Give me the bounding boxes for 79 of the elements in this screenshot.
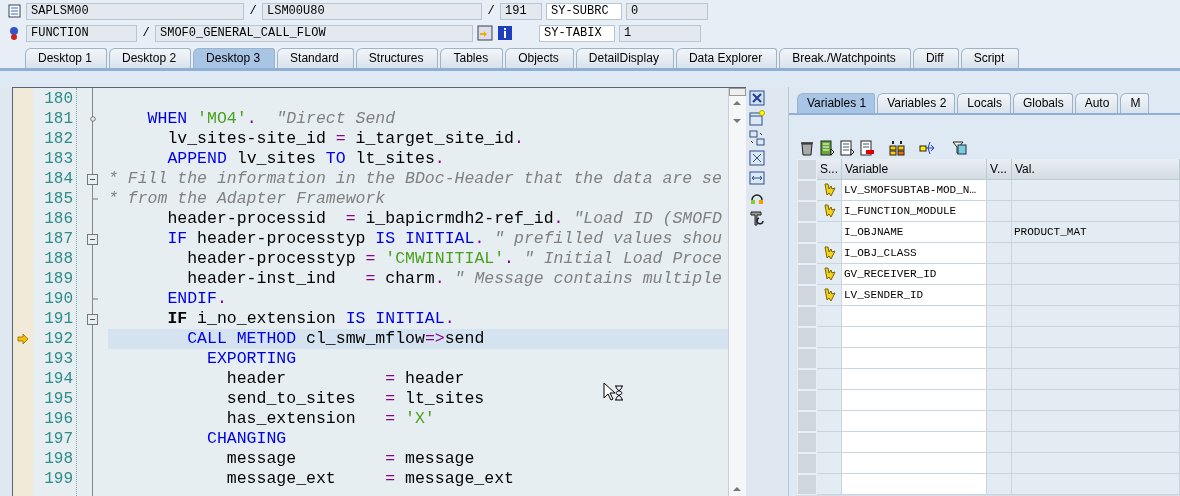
line-number: 183: [43, 149, 74, 169]
line-number: 182: [43, 129, 74, 149]
code-line: send_to_sites = lt_sites: [225, 389, 485, 409]
system-field-name[interactable]: SY-TABIX: [539, 24, 615, 42]
line-number: 192: [43, 329, 74, 349]
variable-cell[interactable]: LV_SENDER_ID: [842, 285, 987, 306]
line-number: 197: [43, 429, 74, 449]
desktop-tab[interactable]: Desktop 1: [25, 48, 108, 68]
line-number: 181: [43, 109, 74, 129]
line-number: 180: [43, 89, 74, 109]
variable-cell[interactable]: GV_RECEIVER_ID: [842, 264, 987, 285]
code-line: header = header: [225, 369, 465, 389]
code-line: EXPORTING: [206, 349, 297, 369]
desktop-tab[interactable]: Desktop 2: [109, 48, 192, 68]
name-field[interactable]: SMOF0_GENERAL_CALL_FLOW: [155, 24, 473, 42]
type-field[interactable]: FUNCTION: [26, 24, 137, 42]
code-line: * Fill the information in the BDoc-Header that the data are se: [108, 169, 722, 189]
code-line: has_extension = 'X': [225, 409, 435, 429]
line-number: 187: [43, 229, 74, 249]
line-number: 185: [43, 189, 74, 209]
desktop-tab[interactable]: Diff: [912, 48, 959, 68]
desktop-tab[interactable]: Script: [960, 48, 1020, 68]
line-number: 189: [43, 269, 74, 289]
code-line: * from the Adapter Framework: [108, 189, 386, 209]
line-number: 188: [43, 249, 74, 269]
desktop-tab[interactable]: Desktop 3: [193, 48, 276, 68]
variable-cell[interactable]: I_OBJNAME: [842, 222, 987, 243]
line-number: 198: [43, 449, 74, 469]
line-number: 186: [43, 209, 74, 229]
code-line: message = message: [225, 449, 475, 469]
system-field-value[interactable]: 1: [619, 24, 701, 42]
desktop-tab[interactable]: DetailDisplay: [575, 48, 674, 68]
code-line: header-processid = i_bapicrmdh2-ref_id. "Load ID (SMOFD: [166, 209, 722, 229]
variables-tab[interactable]: Globals: [1013, 93, 1073, 113]
column-header[interactable]: S...: [817, 159, 842, 180]
separator: /: [248, 4, 258, 18]
variable-cell[interactable]: LV_SMOFSUBTAB-MOD_N…: [842, 180, 987, 201]
variable-cell[interactable]: I_FUNCTION_MODULE: [842, 201, 987, 222]
code-line: ENDIF.: [166, 289, 227, 309]
variable-cell[interactable]: I_OBJ_CLASS: [842, 243, 987, 264]
line-number: 199: [43, 469, 74, 489]
program-field[interactable]: SAPLSM00: [26, 2, 244, 20]
variables-tab[interactable]: Auto: [1074, 93, 1119, 113]
system-field-name[interactable]: SY-SUBRC: [546, 2, 622, 20]
code-line: CHANGING: [206, 429, 287, 449]
variables-tab[interactable]: Variables 2: [877, 93, 956, 113]
desktop-tab[interactable]: Break./Watchpoints: [779, 48, 911, 68]
include-field[interactable]: LSM00U80: [262, 2, 482, 20]
line-number: 190: [43, 289, 74, 309]
line-number: 194: [43, 369, 74, 389]
variables-tab[interactable]: Locals: [957, 93, 1011, 113]
code-line: lv_sites-site_id = i_target_site_id.: [166, 129, 524, 149]
code-line: IF header-processtyp IS INITIAL. " prefilled values shou: [166, 229, 722, 249]
desktop-tab[interactable]: Data Explorer: [675, 48, 778, 68]
code-line: WHEN 'MO4'. "Direct Send: [146, 109, 396, 129]
line-number: 193: [43, 349, 74, 369]
line-number: 196: [43, 409, 74, 429]
desktop-tab[interactable]: Objects: [505, 48, 574, 68]
column-header[interactable]: V...: [987, 159, 1012, 180]
code-line: IF i_no_extension IS INITIAL.: [166, 309, 455, 329]
code-line: header-processtyp = 'CMWINITIAL'. " Initial Load Proce: [186, 249, 722, 269]
code-line: header-inst_ind = charm. " Message contains multiple: [186, 269, 722, 289]
desktop-tab[interactable]: Standard: [277, 48, 354, 68]
line-number: 184: [43, 169, 74, 189]
value-cell: PRODUCT_MAT: [1012, 222, 1180, 243]
desktop-tab[interactable]: Tables: [440, 48, 504, 68]
variables-tab[interactable]: Variables 1: [797, 93, 876, 113]
code-line: message_ext = message_ext: [225, 469, 514, 489]
desktop-tab[interactable]: Structures: [355, 48, 439, 68]
separator: /: [486, 4, 496, 18]
separator: /: [141, 26, 151, 40]
system-field-value[interactable]: 0: [626, 2, 708, 20]
column-header[interactable]: Variable: [842, 159, 987, 180]
line-field[interactable]: 191: [500, 2, 542, 20]
line-number: 191: [43, 309, 74, 329]
variables-tab[interactable]: M: [1120, 93, 1150, 113]
line-number: 195: [43, 389, 74, 409]
column-header[interactable]: Val.: [1012, 159, 1180, 180]
code-line: APPEND lv_sites TO lt_sites.: [166, 149, 445, 169]
